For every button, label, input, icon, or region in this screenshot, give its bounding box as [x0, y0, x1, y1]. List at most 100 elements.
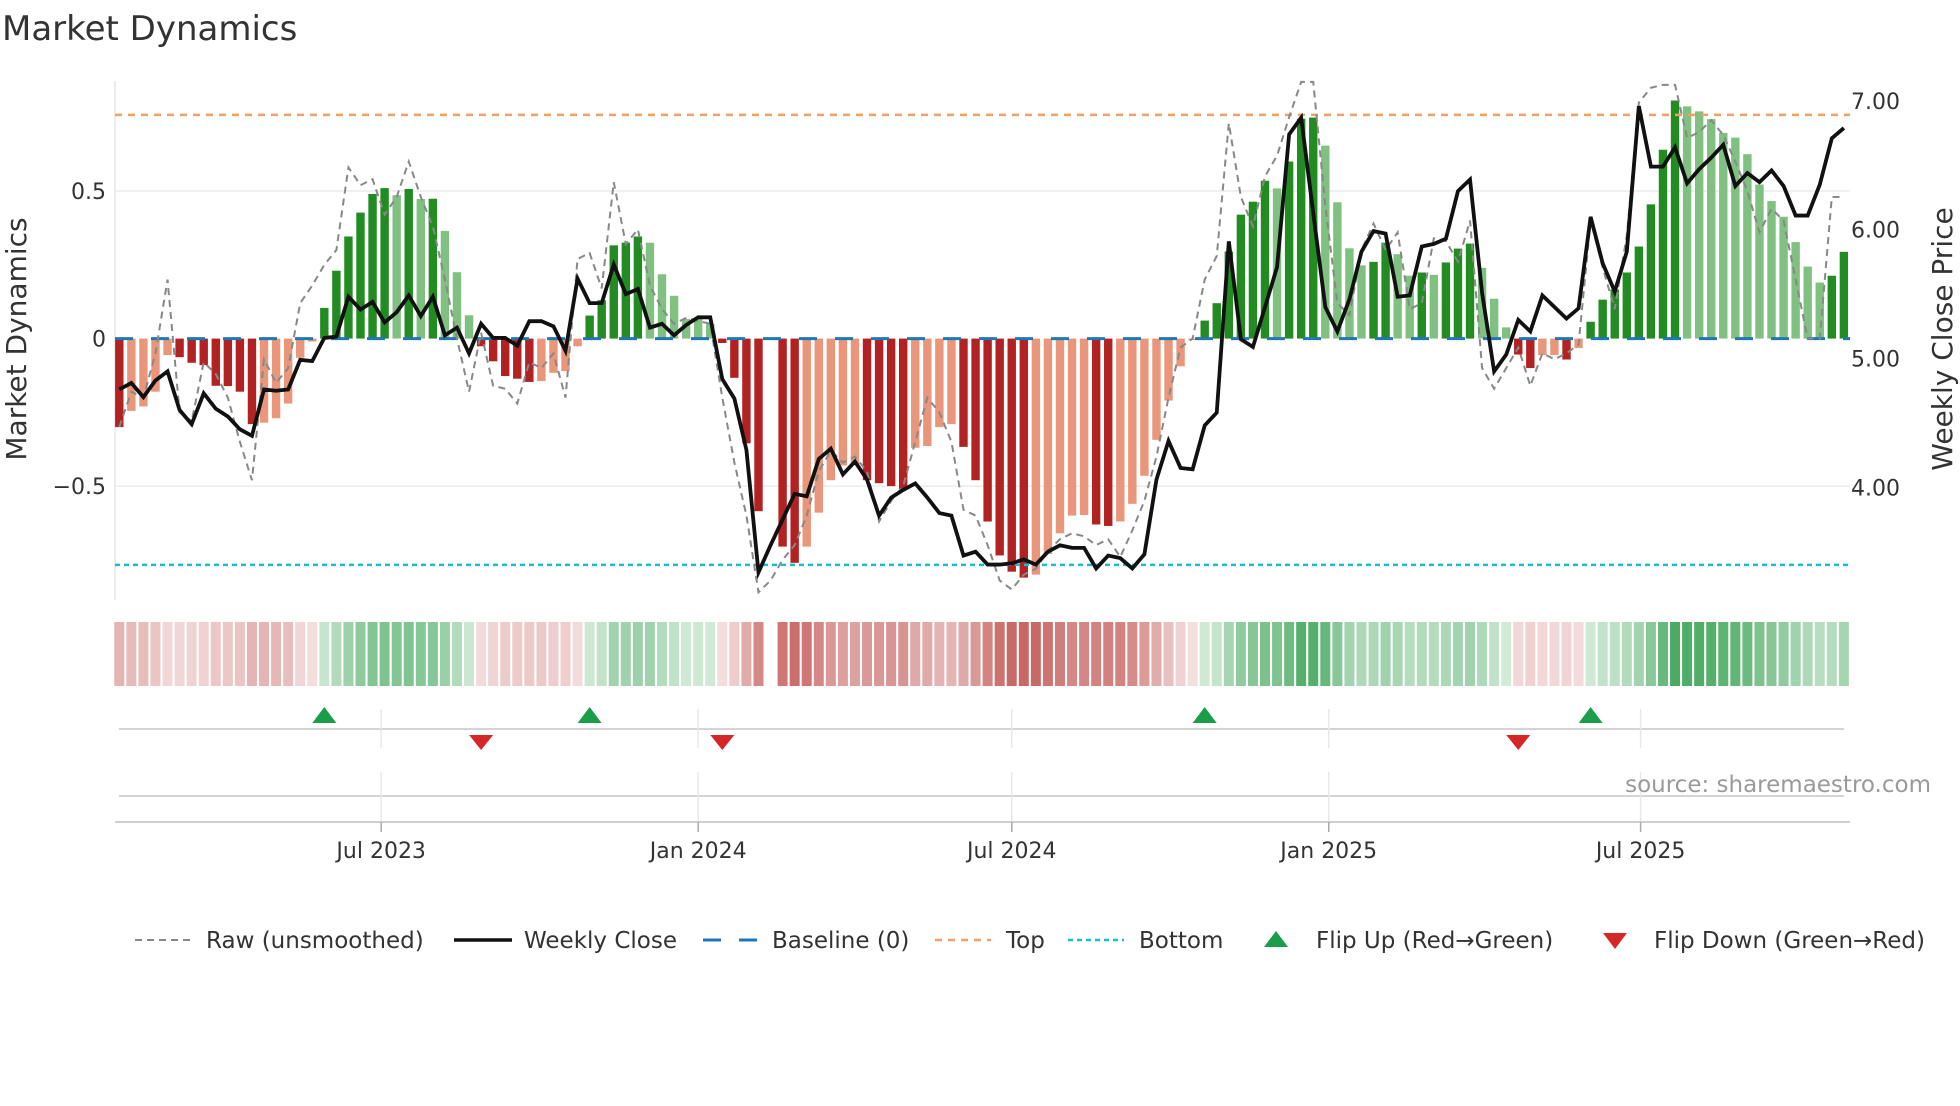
heatmap-cell: [1561, 622, 1572, 686]
chart-title: Market Dynamics: [2, 9, 297, 49]
bar: [609, 245, 618, 339]
legend: Raw (unsmoothed) Weekly Close Baseline (0)…: [135, 928, 1925, 954]
heatmap-strip: [114, 622, 1849, 686]
flip-markers: [119, 707, 1844, 822]
bar: [923, 338, 932, 446]
bar: [1755, 184, 1764, 339]
bar: [1550, 338, 1559, 356]
heatmap-cell: [1670, 622, 1681, 686]
heatmap-cell: [1838, 622, 1849, 686]
flip-down-marker: [1506, 735, 1531, 750]
heatmap-cell: [126, 622, 137, 686]
heatmap-cell: [898, 622, 909, 686]
heatmap-cell: [837, 622, 848, 686]
heatmap-cell: [620, 622, 631, 686]
x-tick-label: Jan 2025: [1278, 839, 1377, 864]
legend-item-raw: Raw (unsmoothed): [135, 928, 424, 954]
heatmap-cell: [331, 622, 342, 686]
bar: [1622, 272, 1631, 339]
bar: [1562, 338, 1571, 360]
bar: [585, 315, 594, 339]
heatmap-cell: [1296, 622, 1307, 686]
bar: [1429, 274, 1439, 339]
heatmap-cell: [669, 622, 680, 686]
heatmap-cell: [391, 622, 402, 686]
bar: [247, 338, 257, 425]
heatmap-cell: [271, 622, 282, 686]
heatmap-cell: [343, 622, 354, 686]
heatmap-cell: [705, 622, 716, 686]
flip-up-marker: [1578, 707, 1603, 723]
heatmap-cell: [512, 622, 523, 686]
heatmap-cell: [367, 622, 378, 686]
heatmap-cell: [138, 622, 149, 686]
heatmap-cell: [801, 622, 812, 686]
heatmap-cell: [355, 622, 366, 686]
bar: [573, 338, 582, 347]
bar: [320, 307, 329, 339]
bar: [1357, 265, 1366, 339]
bar: [537, 338, 546, 382]
heatmap-cell: [1103, 622, 1114, 686]
bar: [1441, 262, 1451, 339]
bar: [235, 338, 245, 392]
heatmap-cell: [415, 622, 426, 686]
bar: [1248, 201, 1258, 339]
legend-label: Raw (unsmoothed): [206, 928, 424, 954]
heatmap-cell: [572, 622, 583, 686]
heatmap-cell: [1537, 622, 1548, 686]
bar: [1839, 251, 1849, 339]
bar: [790, 338, 799, 563]
heatmap-cell: [608, 622, 619, 686]
heatmap-cell: [319, 622, 330, 686]
bar: [1333, 202, 1342, 339]
bar: [1670, 100, 1680, 339]
reference-lines: [115, 113, 1850, 567]
y2-tick-label: 4.00: [1851, 476, 1900, 501]
heatmap-cell: [1356, 622, 1367, 686]
bar: [693, 319, 703, 339]
bar: [464, 315, 474, 339]
heatmap-cell: [162, 622, 173, 686]
bar: [1586, 321, 1595, 339]
heatmap-cell: [500, 622, 511, 686]
bar: [1827, 275, 1837, 339]
heatmap-cell: [1489, 622, 1500, 686]
x-tick-label: Jul 2023: [334, 839, 426, 864]
bar: [1079, 338, 1089, 516]
market-dynamics-chart: Market Dynamics 0.5 0 −0.5 7.00 6.00 5.00 4.00…: [0, 9, 1959, 954]
bar: [1682, 106, 1692, 339]
bar: [886, 338, 896, 487]
heatmap-cell: [1549, 622, 1560, 686]
heatmap-cell: [741, 622, 752, 686]
heatmap-cell: [1042, 622, 1053, 686]
heatmap-cell: [114, 622, 125, 686]
bar: [187, 338, 196, 363]
heatmap-cell: [1766, 622, 1777, 686]
bar: [368, 194, 377, 339]
legend-label: Bottom: [1139, 928, 1223, 954]
bar: [223, 338, 233, 387]
legend-item-baseline: Baseline (0): [703, 928, 909, 954]
heatmap-cell: [1163, 622, 1174, 686]
heatmap-cell: [970, 622, 981, 686]
bar: [1031, 338, 1041, 575]
heatmap-cell: [1272, 622, 1283, 686]
heatmap-cell: [1416, 622, 1427, 686]
bar: [356, 212, 365, 339]
legend-flip-up-icon: [1264, 931, 1288, 947]
heatmap-cell: [596, 622, 607, 686]
y2-tick-label: 5.00: [1851, 348, 1900, 373]
heatmap-cell: [1706, 622, 1717, 686]
heatmap-cell: [1284, 622, 1295, 686]
bar: [1164, 338, 1173, 401]
bar: [1526, 338, 1535, 369]
heatmap-cell: [825, 622, 836, 686]
bar: [597, 300, 606, 339]
heatmap-cell: [1682, 622, 1693, 686]
heatmap-cell: [210, 622, 221, 686]
legend-label: Flip Down (Green→Red): [1654, 928, 1925, 954]
heatmap-cell: [198, 622, 209, 686]
bar: [199, 338, 208, 366]
heatmap-cell: [910, 622, 921, 686]
